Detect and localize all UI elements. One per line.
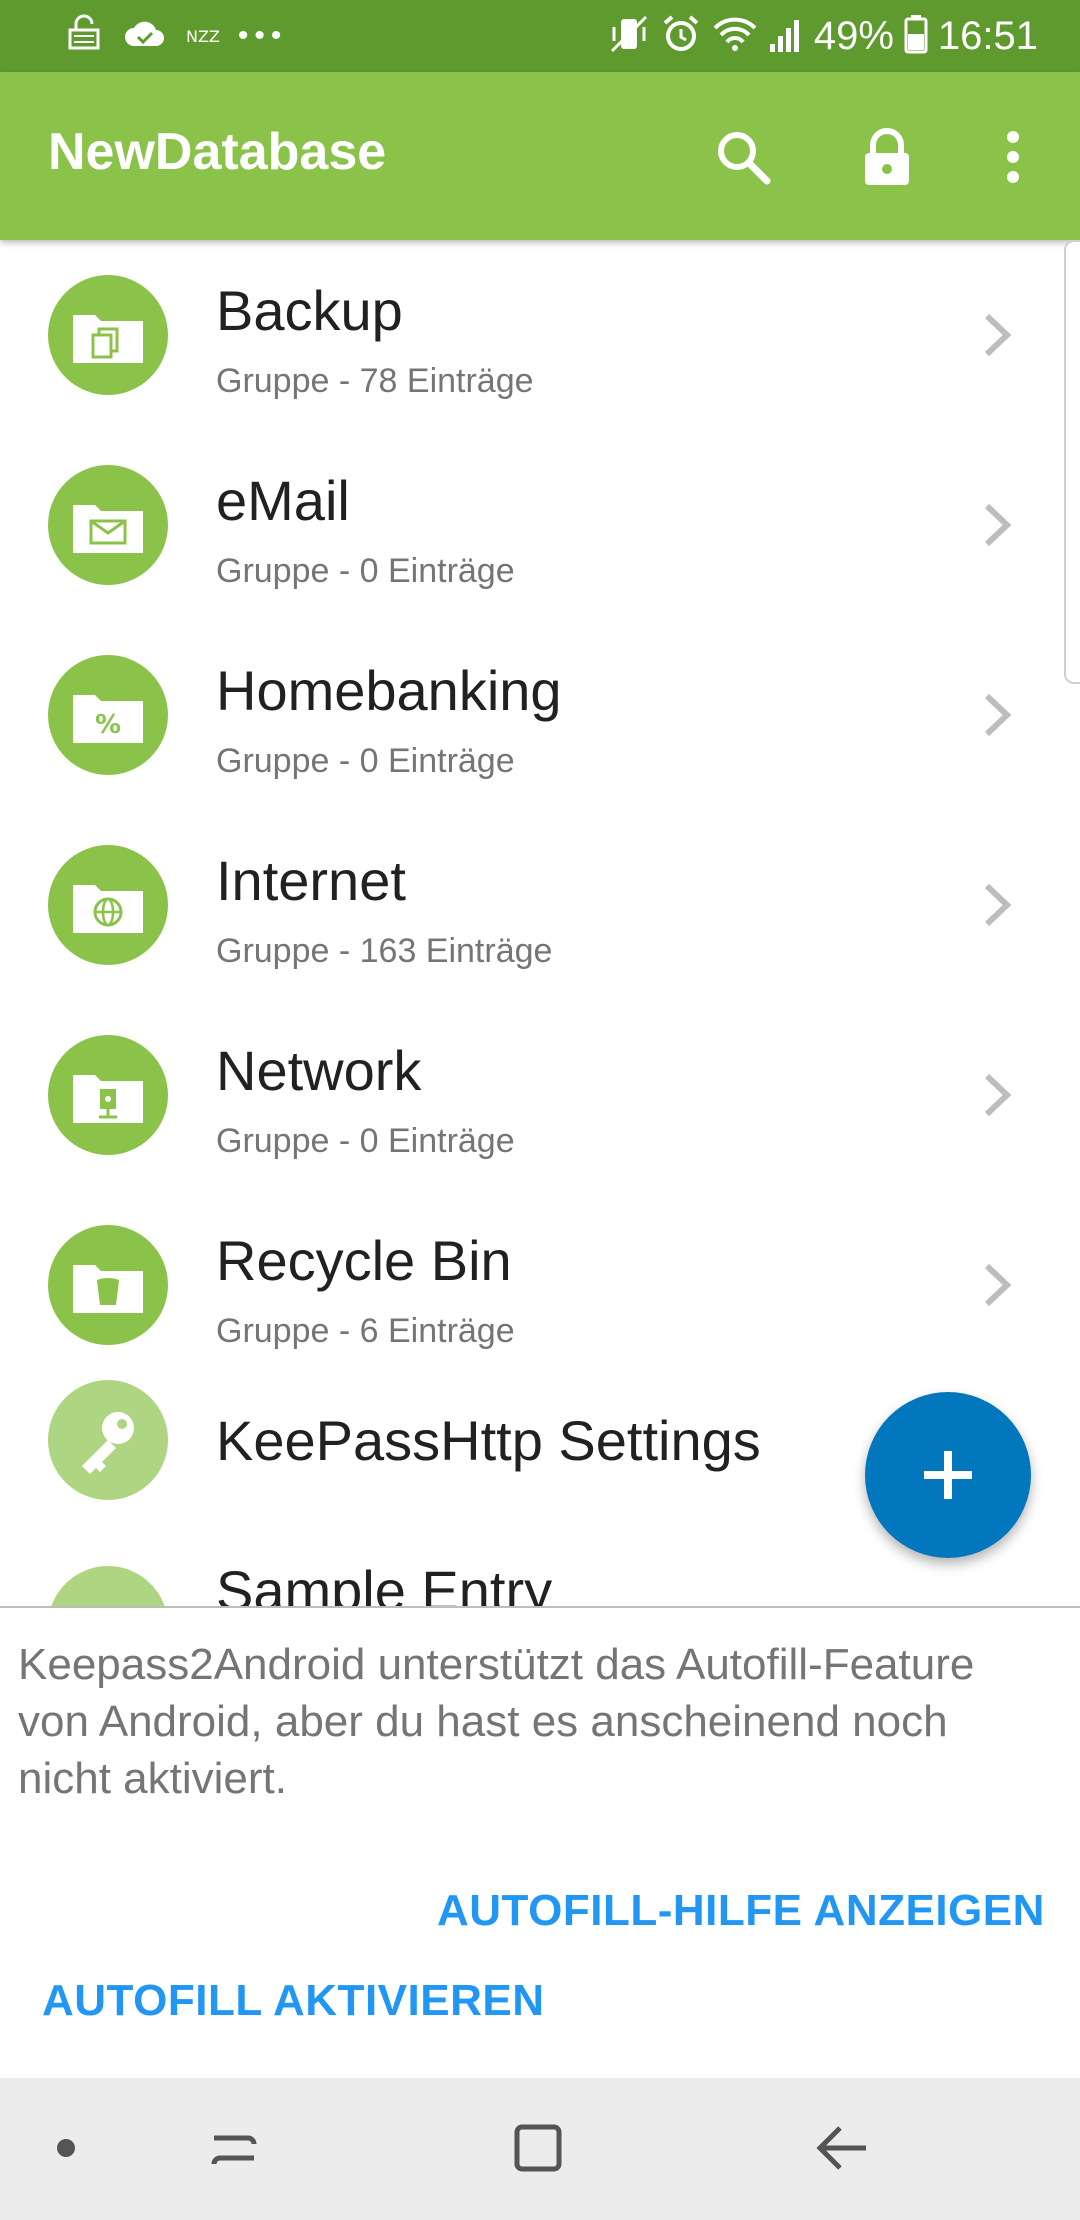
autofill-help-button[interactable]: AUTOFILL-HILFE ANZEIGEN	[437, 1886, 1045, 1936]
list-item-recycle-bin[interactable]: Recycle Bin Gruppe - 6 Einträge	[0, 1190, 1080, 1380]
list-item-title: Sample Entry	[216, 1559, 553, 1606]
more-notifications-dots: •••	[237, 19, 288, 52]
status-bar: NZZ ••• 49% 16:51	[0, 0, 1080, 72]
overflow-menu-button[interactable]	[968, 112, 1058, 202]
vibrate-icon	[608, 13, 650, 60]
trash-folder-icon	[48, 1225, 168, 1345]
nav-dot-button[interactable]	[30, 2112, 102, 2184]
battery-icon	[904, 14, 928, 59]
lock-database-button[interactable]	[842, 112, 932, 202]
autofill-message: Keepass2Android unterstützt das Autofill…	[18, 1640, 975, 1803]
home-button[interactable]	[502, 2112, 574, 2184]
back-button[interactable]	[806, 2112, 878, 2184]
vpn-key-icon	[64, 14, 104, 59]
autofill-activate-button[interactable]: AUTOFILL AKTIVIEREN	[42, 1976, 544, 2026]
svg-text:%: %	[95, 710, 121, 740]
list-item-network[interactable]: Network Gruppe - 0 Einträge	[0, 1000, 1080, 1190]
recents-icon	[211, 2135, 257, 2165]
list-item-subtitle: Gruppe - 0 Einträge	[216, 742, 515, 780]
network-folder-icon	[48, 1035, 168, 1155]
app-bar: NewDatabase	[0, 72, 1080, 240]
cloud-done-icon	[122, 14, 168, 59]
overflow-menu-icon	[1007, 131, 1019, 183]
list-item-title: Backup	[216, 279, 403, 342]
list-item-title: KeePassHttp Settings	[216, 1409, 761, 1472]
list-item-title: Network	[216, 1039, 422, 1102]
autofill-hint-panel: Keepass2Android unterstützt das Autofill…	[0, 1606, 1080, 2078]
chevron-right-icon	[984, 1073, 1012, 1117]
globe-folder-icon	[48, 845, 168, 965]
chevron-right-icon	[984, 883, 1012, 927]
search-button[interactable]	[698, 112, 788, 202]
backup-folder-icon	[48, 275, 168, 395]
list-item-title: Homebanking	[216, 659, 562, 722]
percent-folder-icon: %	[48, 655, 168, 775]
list-item-title: Recycle Bin	[216, 1229, 512, 1292]
list-item-subtitle: Gruppe - 163 Einträge	[216, 932, 553, 970]
wifi-icon	[712, 14, 758, 59]
back-icon	[816, 2126, 866, 2170]
lock-icon	[865, 128, 909, 185]
chevron-right-icon	[984, 313, 1012, 357]
clock: 16:51	[937, 13, 1038, 58]
search-icon	[718, 132, 771, 185]
list-item-subtitle: Gruppe - 0 Einträge	[216, 552, 515, 590]
list-item-subtitle: Gruppe - 0 Einträge	[216, 1122, 515, 1160]
database-title: NewDatabase	[48, 123, 387, 181]
list-item-subtitle: Gruppe - 6 Einträge	[216, 1312, 515, 1350]
add-entry-button[interactable]	[865, 1392, 1031, 1558]
list-item-title: Internet	[216, 849, 406, 912]
plus-icon	[924, 1451, 972, 1499]
chevron-right-icon	[984, 1263, 1012, 1307]
home-icon	[514, 2124, 562, 2172]
key-icon	[48, 1380, 168, 1500]
carrier-badge: NZZ	[186, 26, 220, 46]
recents-button[interactable]	[198, 2112, 270, 2184]
list-item-title: eMail	[216, 469, 350, 532]
dot-icon	[57, 2139, 75, 2157]
chevron-right-icon	[984, 503, 1012, 547]
list-item-internet[interactable]: Internet Gruppe - 163 Einträge	[0, 810, 1080, 1000]
list-item-email[interactable]: eMail Gruppe - 0 Einträge	[0, 430, 1080, 620]
list-item-subtitle: Gruppe - 78 Einträge	[216, 362, 534, 400]
chevron-right-icon	[984, 693, 1012, 737]
list-item-backup[interactable]: Backup Gruppe - 78 Einträge	[0, 240, 1080, 430]
list-item-homebanking[interactable]: % Homebanking Gruppe - 0 Einträge	[0, 620, 1080, 810]
email-folder-icon	[48, 465, 168, 585]
system-nav-bar	[0, 2076, 1080, 2220]
scrollbar-thumb[interactable]	[1064, 240, 1080, 684]
signal-icon	[768, 14, 804, 59]
entry-icon	[48, 1566, 168, 1606]
battery-percent: 49%	[813, 13, 894, 58]
alarm-icon	[660, 13, 702, 60]
list-item-sample-entry[interactable]: Sample Entry	[0, 1559, 1080, 1606]
